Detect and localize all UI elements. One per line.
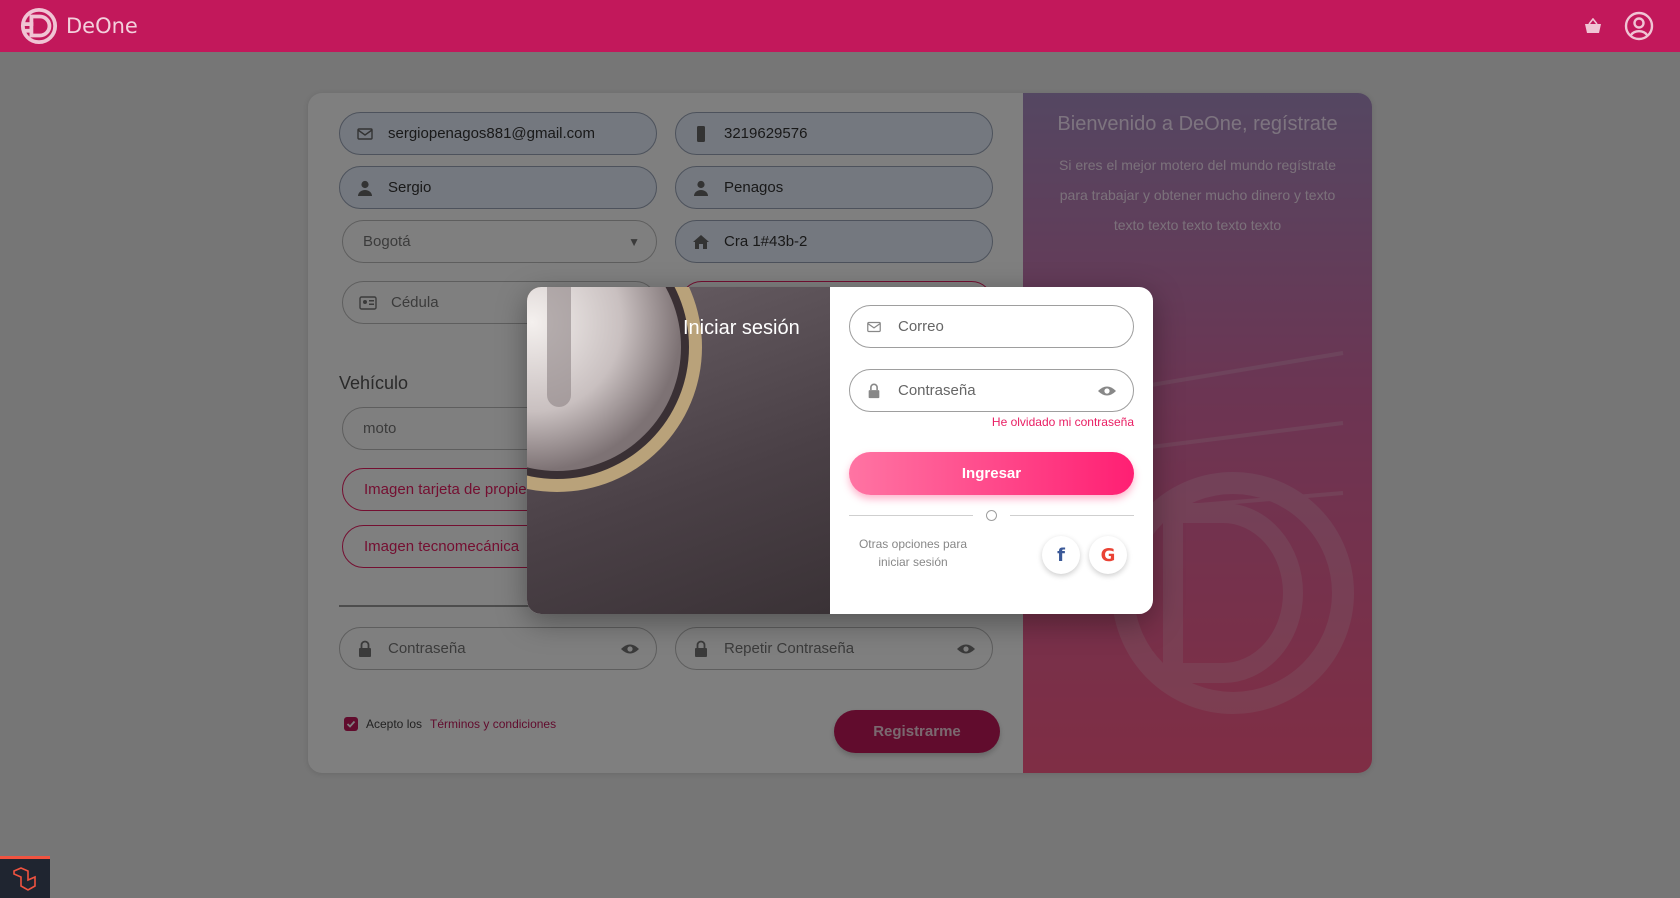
- envelope-icon: [867, 321, 881, 332]
- login-password-placeholder: Contraseña: [898, 382, 976, 399]
- app-name: DeOne: [66, 14, 138, 38]
- login-email-field[interactable]: Correo: [849, 305, 1134, 348]
- login-title: Iniciar sesión: [683, 317, 800, 339]
- lock-icon: [868, 383, 880, 398]
- motorcycle-mirror-image: [527, 287, 702, 492]
- facebook-icon: f: [1057, 544, 1065, 566]
- forgot-password-link[interactable]: He olvidado mi contraseña: [992, 415, 1134, 429]
- login-modal: Iniciar sesión Correo Contraseña He olvi…: [527, 287, 1153, 614]
- google-login-button[interactable]: G: [1089, 536, 1127, 574]
- deone-logo-icon: [20, 7, 58, 45]
- login-button[interactable]: Ingresar: [849, 452, 1134, 495]
- login-password-field[interactable]: Contraseña: [849, 369, 1134, 412]
- login-form: Correo Contraseña He olvidado mi contras…: [830, 287, 1153, 614]
- eye-icon[interactable]: [1097, 384, 1117, 398]
- google-icon: G: [1100, 544, 1116, 566]
- basket-icon[interactable]: [1584, 18, 1602, 34]
- divider-circle: [986, 510, 997, 521]
- top-navbar: DeOne: [0, 0, 1680, 52]
- laravel-icon: [13, 866, 36, 891]
- login-email-placeholder: Correo: [898, 318, 944, 335]
- other-options-label: Otras opciones para iniciar sesión: [858, 537, 968, 569]
- user-circle-icon[interactable]: [1624, 11, 1654, 41]
- divider-left: [849, 515, 973, 516]
- divider-right: [1010, 515, 1134, 516]
- debugbar-toggle[interactable]: [0, 856, 50, 898]
- login-hero-image: Iniciar sesión: [527, 287, 830, 614]
- facebook-login-button[interactable]: f: [1042, 536, 1080, 574]
- brand[interactable]: DeOne: [20, 7, 138, 45]
